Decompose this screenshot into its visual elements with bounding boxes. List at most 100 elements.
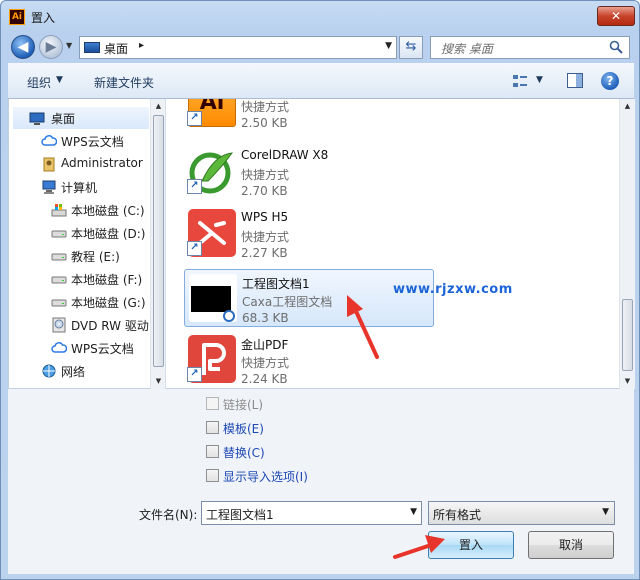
chevron-down-icon[interactable]: ▼	[602, 507, 609, 517]
nav-item-dvd[interactable]: DVD RW 驱动	[13, 314, 149, 336]
forward-button[interactable]: ▶	[39, 35, 63, 59]
search-box[interactable]: 搜索 桌面	[430, 36, 630, 59]
scroll-down-icon[interactable]: ▼	[151, 374, 165, 389]
file-type: 快捷方式	[241, 356, 290, 370]
nav-item-administrator[interactable]: Administrator	[13, 153, 149, 175]
file-type-select[interactable]: 所有格式 ▼	[428, 501, 615, 525]
system-drive-icon	[51, 204, 67, 217]
preview-pane-button[interactable]	[567, 73, 583, 88]
template-option-label[interactable]: 模板(E)	[223, 420, 264, 437]
nav-item-drive-d[interactable]: 本地磁盘 (D:)	[13, 222, 149, 244]
view-options-icon[interactable]	[512, 73, 528, 89]
scrollbar-thumb[interactable]	[622, 299, 633, 371]
nav-pane-scrollbar[interactable]: ▲ ▼	[150, 99, 165, 389]
shortcut-arrow-icon: ↗	[187, 241, 202, 256]
file-size: 2.27 KB	[241, 246, 288, 260]
cloud-icon	[41, 135, 57, 146]
search-icon[interactable]	[609, 40, 623, 54]
nav-item-drive-e[interactable]: 教程 (E:)	[13, 245, 149, 267]
nav-item-drive-c[interactable]: 本地磁盘 (C:)	[13, 199, 149, 221]
nav-item-computer[interactable]: 计算机	[13, 176, 149, 198]
checkbox-box[interactable]	[206, 469, 219, 482]
command-toolbar: 组织 ▼ 新建文件夹 ▼ ?	[8, 63, 634, 99]
cancel-button[interactable]: 取消	[528, 531, 614, 559]
file-type: 快捷方式	[241, 168, 290, 182]
drive-icon	[51, 276, 67, 284]
address-bar[interactable]: 桌面 ▸ ▼	[79, 36, 397, 59]
chevron-down-icon[interactable]: ▼	[56, 75, 63, 85]
file-item-coreldraw[interactable]: ↗ CorelDRAW X8 快捷方式 2.70 KB	[184, 143, 434, 201]
drive-icon	[51, 230, 67, 238]
nav-item-network[interactable]: 网络	[13, 360, 149, 382]
desktop-icon	[29, 112, 45, 125]
help-button[interactable]: ?	[601, 72, 619, 90]
nav-item-wps-cloud-2[interactable]: WPS云文档	[13, 337, 149, 359]
close-button[interactable]: ✕	[597, 6, 635, 26]
caxa-document-icon	[189, 274, 237, 322]
file-item-caxa-document[interactable]: 工程图文档1 Caxa工程图文档 68.3 KB	[184, 269, 434, 327]
file-name-label: 文件名(N):	[139, 508, 198, 522]
shortcut-arrow-icon: ↗	[187, 367, 202, 382]
breadcrumb-chevron-icon[interactable]: ▸	[139, 40, 144, 51]
file-item-kingsoft-pdf[interactable]: ↗ 金山PDF 快捷方式 2.24 KB	[184, 331, 434, 389]
place-dialog: Ai 置入 ✕ ◀ ▶ ▼ 桌面 ▸ ▼ ⇆ 搜索 桌面 组织 ▼ 新建文件夹 …	[0, 0, 640, 580]
file-list-scrollbar[interactable]: ▲ ▼	[619, 99, 635, 389]
scroll-up-icon[interactable]: ▲	[620, 99, 635, 114]
computer-icon	[42, 180, 56, 194]
address-dropdown-icon[interactable]: ▼	[385, 41, 392, 51]
scroll-up-icon[interactable]: ▲	[151, 99, 165, 114]
nav-item-wps-cloud[interactable]: WPS云文档	[13, 130, 149, 152]
link-option-label[interactable]: 链接(L)	[223, 396, 263, 413]
file-item-wps-h5[interactable]: ↗ WPS H5 快捷方式 2.27 KB	[184, 205, 434, 263]
file-name-value[interactable]: 工程图文档1	[206, 506, 274, 523]
watermark-text: www.rjzxw.com	[393, 282, 513, 297]
refresh-button[interactable]: ⇆	[399, 36, 423, 59]
user-folder-icon	[43, 157, 55, 172]
file-size: 2.70 KB	[241, 184, 288, 198]
file-item-illustrator[interactable]: Ai ↗ 快捷方式 2.50 KB	[184, 99, 434, 133]
window-title: 置入	[31, 11, 56, 25]
network-icon	[42, 364, 56, 378]
file-size: 2.50 KB	[241, 116, 288, 130]
file-type: 快捷方式	[241, 230, 290, 244]
shortcut-arrow-icon: ↗	[187, 111, 202, 126]
view-chevron-down-icon[interactable]: ▼	[536, 75, 543, 85]
scrollbar-thumb[interactable]	[153, 115, 164, 367]
back-button[interactable]: ◀	[11, 35, 35, 59]
search-input[interactable]: 搜索 桌面	[441, 40, 493, 57]
chevron-down-icon[interactable]: ▼	[410, 507, 417, 517]
navigation-pane: 桌面 WPS云文档 Administrator 计算机 本地磁盘 (C:) 本地…	[9, 99, 166, 389]
recent-locations-chevron-icon[interactable]: ▼	[66, 41, 76, 51]
file-size: 68.3 KB	[242, 311, 289, 325]
file-type-value[interactable]: 所有格式	[433, 506, 481, 523]
desktop-icon	[84, 42, 100, 53]
drive-icon	[51, 253, 67, 261]
nav-item-drive-g[interactable]: 本地磁盘 (G:)	[13, 291, 149, 313]
shortcut-arrow-icon: ↗	[187, 179, 202, 194]
checkbox-box[interactable]	[206, 397, 219, 410]
refresh-icon: ⇆	[405, 39, 417, 54]
cloud-icon	[51, 342, 67, 353]
drive-icon	[51, 299, 67, 307]
checkbox-box[interactable]	[206, 445, 219, 458]
file-list: Ai ↗ 快捷方式 2.50 KB ↗ CorelDRAW X8 快捷方式 2.…	[166, 99, 619, 389]
dvd-drive-icon	[52, 317, 66, 333]
file-name: CorelDRAW X8	[241, 148, 329, 162]
file-type: 快捷方式	[241, 100, 290, 114]
show-import-options-label[interactable]: 显示导入选项(I)	[223, 468, 308, 485]
nav-item-drive-f[interactable]: 本地磁盘 (F:)	[13, 268, 149, 290]
place-options: 链接(L) 模板(E) 替换(C) 显示导入选项(I)	[8, 389, 634, 489]
file-name-input[interactable]: 工程图文档1 ▼	[201, 501, 422, 525]
checkbox-box[interactable]	[206, 421, 219, 434]
place-button[interactable]: 置入	[428, 531, 514, 559]
replace-option-label[interactable]: 替换(C)	[223, 444, 265, 461]
illustrator-app-icon: Ai	[9, 9, 25, 25]
organize-button[interactable]: 组织	[27, 74, 51, 91]
new-folder-button[interactable]: 新建文件夹	[94, 74, 154, 91]
nav-item-desktop[interactable]: 桌面	[13, 107, 149, 129]
scroll-down-icon[interactable]: ▼	[620, 374, 635, 389]
address-location[interactable]: 桌面	[104, 40, 128, 57]
navigation-bar: ◀ ▶ ▼ 桌面 ▸ ▼ ⇆ 搜索 桌面	[1, 31, 639, 63]
file-name: WPS H5	[241, 210, 289, 224]
file-type: Caxa工程图文档	[242, 295, 333, 309]
